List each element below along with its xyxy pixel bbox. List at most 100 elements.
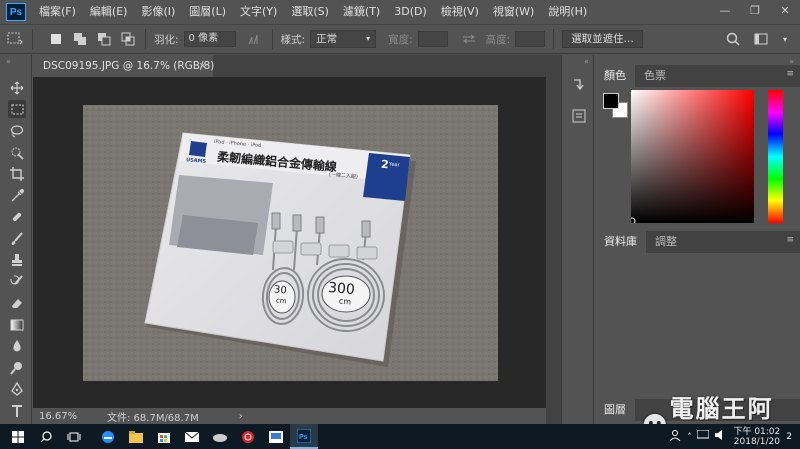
select-and-mask-button[interactable]: 選取並遮住... xyxy=(562,30,643,48)
menu-select[interactable]: 選取(S) xyxy=(284,0,336,24)
menu-filter[interactable]: 濾鏡(T) xyxy=(336,0,387,24)
brush-tool-icon[interactable] xyxy=(8,230,26,248)
type-tool-icon[interactable] xyxy=(8,402,26,420)
chevron-down-icon: ▾ xyxy=(366,34,371,43)
document-tab-title: DSC09195.JPG @ 16.7% (RGB/8) xyxy=(43,60,215,72)
media-app-icon[interactable] xyxy=(262,424,290,449)
taskbar-clock[interactable]: 下午 01:02 2018/1/20 xyxy=(733,427,780,447)
task-view-icon[interactable] xyxy=(60,424,88,449)
options-bar: 羽化: 0 像素 樣式: 正常 ▾ 寬度: 高度: 選取並遮住... ▾ xyxy=(0,24,800,54)
onedrive-icon[interactable] xyxy=(206,424,234,449)
file-explorer-icon[interactable] xyxy=(122,424,150,449)
status-menu-arrow[interactable]: › xyxy=(239,411,243,422)
zoom-level[interactable]: 16.67% xyxy=(39,411,103,422)
crop-tool-icon[interactable] xyxy=(8,165,26,183)
tab-layers[interactable]: 圖層 xyxy=(595,399,635,421)
collapse-icon[interactable]: » xyxy=(6,57,11,66)
clock-time: 下午 01:02 xyxy=(733,426,781,437)
hue-slider[interactable] xyxy=(768,90,783,223)
box-length-large: 300 xyxy=(327,279,356,299)
tab-color[interactable]: 顏色 xyxy=(595,65,635,87)
search-icon[interactable] xyxy=(724,30,742,48)
healing-brush-tool-icon[interactable] xyxy=(8,208,26,226)
tools-panel: » xyxy=(0,55,32,424)
menu-edit[interactable]: 編輯(E) xyxy=(83,0,135,24)
properties-panel-icon[interactable] xyxy=(570,107,588,125)
tab-libraries[interactable]: 資料庫 xyxy=(595,231,646,253)
swap-dimensions-icon[interactable] xyxy=(460,30,478,48)
menu-layer[interactable]: 圖層(L) xyxy=(182,0,233,24)
menu-file[interactable]: 檔案(F) xyxy=(32,0,83,24)
close-button[interactable]: ✕ xyxy=(770,0,800,20)
height-input[interactable] xyxy=(515,31,546,47)
clone-stamp-tool-icon[interactable] xyxy=(8,251,26,269)
anti-alias-icon[interactable] xyxy=(246,30,264,48)
intersect-selection-icon[interactable] xyxy=(119,30,137,48)
blur-tool-icon[interactable] xyxy=(8,337,26,355)
tab-swatches[interactable]: 色票 xyxy=(635,65,675,87)
feather-input[interactable]: 0 像素 xyxy=(183,31,236,47)
menu-type[interactable]: 文字(Y) xyxy=(233,0,284,24)
width-input[interactable] xyxy=(417,31,448,47)
mail-icon[interactable] xyxy=(178,424,206,449)
document-tab[interactable]: DSC09195.JPG @ 16.7% (RGB/8) × xyxy=(33,55,215,77)
workspace-icon[interactable] xyxy=(752,30,770,48)
eyedropper-tool-icon[interactable] xyxy=(8,187,26,205)
add-selection-icon[interactable] xyxy=(71,30,89,48)
edge-browser-icon[interactable] xyxy=(94,424,122,449)
menu-help[interactable]: 說明(H) xyxy=(541,0,594,24)
history-panel-icon[interactable] xyxy=(570,75,588,93)
menu-3d[interactable]: 3D(D) xyxy=(387,0,434,24)
divider xyxy=(553,29,555,49)
panel-menu-icon[interactable]: ≡ xyxy=(786,235,794,245)
document-photo: USAMS iPad · iPhone · iPod 柔韌編織鋁合金傳輸線 (一… xyxy=(83,105,498,381)
document-size: 文件: 68.7M/68.7M xyxy=(107,412,199,424)
red-app-icon[interactable] xyxy=(234,424,262,449)
search-icon[interactable] xyxy=(32,424,60,449)
marquee-tool-icon[interactable] xyxy=(8,100,26,118)
people-icon[interactable] xyxy=(669,429,681,444)
minimize-button[interactable]: — xyxy=(710,0,740,20)
color-panel-tabs: 顏色 色票 ≡ xyxy=(595,65,800,87)
color-picker-field[interactable] xyxy=(628,90,754,225)
menu-bar: Ps 檔案(F) 編輯(E) 影像(I) 圖層(L) 文字(Y) 選取(S) 濾… xyxy=(0,0,800,24)
restore-button[interactable]: ❐ xyxy=(740,0,770,20)
tab-adjustments[interactable]: 調整 xyxy=(646,231,686,253)
volume-icon[interactable] xyxy=(715,430,727,443)
eraser-tool-icon[interactable] xyxy=(8,294,26,312)
chevron-up-icon[interactable]: ˄ xyxy=(687,432,691,441)
gradient-tool-icon[interactable] xyxy=(8,316,26,334)
style-select[interactable]: 正常 ▾ xyxy=(310,30,377,48)
box-badge-number: 2 xyxy=(380,157,390,172)
marquee-preset-icon[interactable] xyxy=(6,30,24,48)
history-brush-tool-icon[interactable] xyxy=(8,273,26,291)
vertical-scrollbar[interactable] xyxy=(546,77,561,424)
new-selection-icon[interactable] xyxy=(47,30,65,48)
notifications-count[interactable]: 2 xyxy=(786,432,792,442)
box-badge-unit: Year xyxy=(388,161,400,169)
right-panels: » 顏色 色票 ≡ 資料庫 調整 ≡ 圖層 xyxy=(595,55,800,424)
foreground-background-colors[interactable] xyxy=(603,93,631,121)
windows-start-icon[interactable] xyxy=(4,424,32,449)
network-icon[interactable] xyxy=(696,429,710,443)
divider xyxy=(271,29,273,49)
panel-menu-icon[interactable]: ≡ xyxy=(786,69,794,79)
divider xyxy=(32,29,33,49)
pen-tool-icon[interactable] xyxy=(8,380,26,398)
canvas-area[interactable]: USAMS iPad · iPhone · iPod 柔韌編織鋁合金傳輸線 (一… xyxy=(33,77,546,408)
chevron-down-icon[interactable]: ▾ xyxy=(776,30,794,48)
subtract-selection-icon[interactable] xyxy=(95,30,113,48)
lasso-tool-icon[interactable] xyxy=(8,122,26,140)
photoshop-logo[interactable]: Ps xyxy=(6,3,26,21)
move-tool-icon[interactable] xyxy=(8,79,26,97)
store-icon[interactable] xyxy=(150,424,178,449)
menu-image[interactable]: 影像(I) xyxy=(134,0,182,24)
close-tab-icon[interactable]: × xyxy=(198,55,207,77)
menu-window[interactable]: 視窗(W) xyxy=(486,0,541,24)
width-label: 寬度: xyxy=(388,33,413,46)
menu-view[interactable]: 檢視(V) xyxy=(434,0,486,24)
dodge-tool-icon[interactable] xyxy=(8,359,26,377)
expand-icon[interactable]: « xyxy=(584,57,589,66)
quick-selection-tool-icon[interactable] xyxy=(8,144,26,162)
photoshop-taskbar-icon[interactable]: Ps xyxy=(290,424,318,449)
